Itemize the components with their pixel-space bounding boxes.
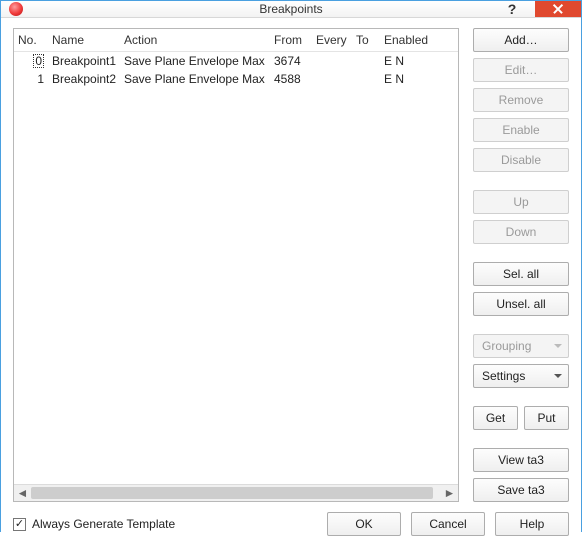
enable-button[interactable]: Enable — [473, 118, 569, 142]
cell-every[interactable] — [312, 70, 352, 88]
cell-no[interactable]: 1 — [14, 70, 48, 88]
grid-table: No. Name Action From Every To Enabled — [14, 29, 458, 88]
view-ta3-button[interactable]: View ta3 — [473, 448, 569, 472]
footer-row: ✓ Always Generate Template OK Cancel Hel… — [13, 512, 569, 536]
breakpoints-grid: No. Name Action From Every To Enabled — [13, 28, 459, 502]
cell-action[interactable]: Save Plane Envelope Max — [120, 52, 270, 71]
edit-button[interactable]: Edit… — [473, 58, 569, 82]
help-icon[interactable]: ? — [489, 1, 535, 17]
disable-button[interactable]: Disable — [473, 148, 569, 172]
get-button[interactable]: Get — [473, 406, 518, 430]
close-icon[interactable] — [535, 1, 581, 17]
scroll-right-icon[interactable]: ► — [441, 485, 458, 502]
table-row[interactable]: 1 Breakpoint2 Save Plane Envelope Max 45… — [14, 70, 458, 88]
cell-name[interactable]: Breakpoint1 — [48, 52, 120, 71]
cell-action[interactable]: Save Plane Envelope Max — [120, 70, 270, 88]
cell-to[interactable] — [352, 70, 380, 88]
cell-enabled[interactable]: E N — [380, 70, 458, 88]
window-buttons: ? — [489, 1, 581, 17]
cell-name[interactable]: Breakpoint2 — [48, 70, 120, 88]
grid-viewport[interactable]: No. Name Action From Every To Enabled — [14, 29, 458, 484]
focused-cell: 0 — [33, 54, 44, 68]
side-button-column: Add… Edit… Remove Enable Disable Up Down… — [473, 28, 569, 502]
col-header-action[interactable]: Action — [120, 29, 270, 52]
chevron-down-icon — [554, 344, 562, 348]
cell-enabled[interactable]: E N — [380, 52, 458, 71]
col-header-no[interactable]: No. — [14, 29, 48, 52]
grid-header-row: No. Name Action From Every To Enabled — [14, 29, 458, 52]
horizontal-scrollbar[interactable]: ◄ ► — [14, 484, 458, 501]
titlebar[interactable]: Breakpoints ? — [1, 1, 581, 18]
cell-every[interactable] — [312, 52, 352, 71]
cell-no[interactable]: 0 — [14, 52, 48, 71]
col-header-name[interactable]: Name — [48, 29, 120, 52]
unselect-all-button[interactable]: Unsel. all — [473, 292, 569, 316]
remove-button[interactable]: Remove — [473, 88, 569, 112]
grouping-dropdown[interactable]: Grouping — [473, 334, 569, 358]
scroll-thumb[interactable] — [31, 487, 433, 499]
main-row: No. Name Action From Every To Enabled — [13, 28, 569, 502]
save-ta3-button[interactable]: Save ta3 — [473, 478, 569, 502]
cell-from[interactable]: 3674 — [270, 52, 312, 71]
table-row[interactable]: 0 Breakpoint1 Save Plane Envelope Max 36… — [14, 52, 458, 71]
scroll-left-icon[interactable]: ◄ — [14, 485, 31, 502]
col-header-every[interactable]: Every — [312, 29, 352, 52]
checkbox-mark-icon: ✓ — [13, 518, 26, 531]
put-button[interactable]: Put — [524, 406, 569, 430]
dialog-window: Breakpoints ? No. Nam — [0, 0, 582, 532]
add-button[interactable]: Add… — [473, 28, 569, 52]
help-button[interactable]: Help — [495, 512, 569, 536]
always-generate-template-checkbox[interactable]: ✓ Always Generate Template — [13, 517, 175, 531]
col-header-to[interactable]: To — [352, 29, 380, 52]
select-all-button[interactable]: Sel. all — [473, 262, 569, 286]
settings-label: Settings — [482, 369, 525, 383]
cell-from[interactable]: 4588 — [270, 70, 312, 88]
cell-to[interactable] — [352, 52, 380, 71]
down-button[interactable]: Down — [473, 220, 569, 244]
scroll-track[interactable] — [31, 485, 441, 501]
col-header-enabled[interactable]: Enabled — [380, 29, 458, 52]
up-button[interactable]: Up — [473, 190, 569, 214]
grouping-label: Grouping — [482, 339, 531, 353]
app-icon — [9, 2, 23, 16]
ok-button[interactable]: OK — [327, 512, 401, 536]
settings-dropdown[interactable]: Settings — [473, 364, 569, 388]
chevron-down-icon — [554, 374, 562, 378]
cancel-button[interactable]: Cancel — [411, 512, 485, 536]
col-header-from[interactable]: From — [270, 29, 312, 52]
client-area: No. Name Action From Every To Enabled — [1, 18, 581, 548]
checkbox-label: Always Generate Template — [32, 517, 175, 531]
